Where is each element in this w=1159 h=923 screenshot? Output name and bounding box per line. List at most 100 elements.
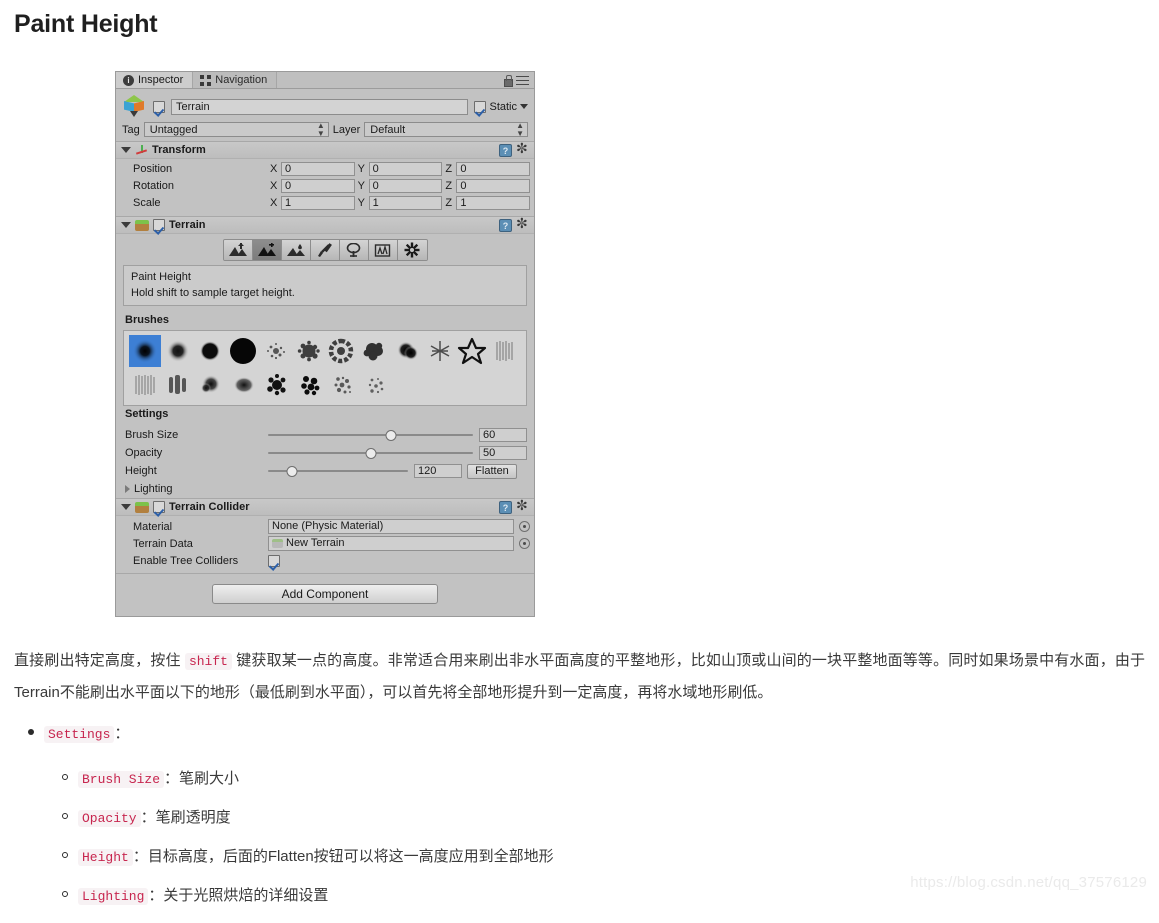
gear-icon[interactable] — [516, 216, 530, 232]
brush-item[interactable] — [326, 335, 358, 367]
rotation-x-input[interactable]: 0 — [281, 179, 355, 193]
dropdown-arrow-icon: ▲ ▼ — [316, 120, 325, 138]
object-picker-icon[interactable] — [519, 521, 530, 532]
brush-item[interactable] — [489, 335, 521, 367]
add-component-area: Add Component — [116, 574, 534, 616]
add-component-button[interactable]: Add Component — [212, 584, 438, 604]
slider-knob[interactable] — [385, 429, 397, 441]
chevron-down-icon[interactable] — [520, 104, 528, 109]
paint-texture-tool[interactable] — [310, 240, 340, 260]
position-y-input[interactable]: 0 — [368, 162, 443, 176]
object-picker-icon[interactable] — [519, 538, 530, 549]
bullet-ring-icon — [62, 813, 68, 819]
info-icon: i — [123, 74, 134, 86]
terrain-toolbar — [222, 239, 428, 261]
brush-item[interactable] — [129, 369, 161, 401]
terrain-enabled-checkbox[interactable] — [153, 219, 165, 231]
layer-value: Default — [370, 123, 406, 136]
terrain-data-label: Terrain Data — [133, 537, 193, 550]
brush-item[interactable] — [294, 369, 326, 401]
height-slider[interactable] — [268, 464, 408, 478]
brush-item[interactable] — [360, 369, 392, 401]
brushes-row-1 — [129, 335, 521, 367]
static-toggle-group[interactable]: Static — [474, 100, 528, 113]
brush-item[interactable] — [293, 335, 325, 367]
brush-item[interactable] — [195, 369, 227, 401]
tag-dropdown[interactable]: Untagged ▲ ▼ — [143, 120, 329, 138]
brush-item[interactable] — [391, 335, 423, 367]
foldout-closed-icon[interactable] — [125, 485, 130, 493]
terrain-settings-tool[interactable] — [397, 240, 427, 260]
rotation-y-input[interactable]: 0 — [368, 179, 443, 193]
brush-item[interactable] — [260, 335, 292, 367]
brush-size-input[interactable]: 60 — [479, 428, 527, 442]
foldout-icon[interactable] — [121, 222, 131, 228]
terrain-header[interactable]: Terrain ? — [116, 216, 534, 234]
raise-lower-terrain-tool[interactable] — [223, 240, 253, 260]
bullet-code: Settings — [44, 726, 115, 743]
place-trees-tool[interactable] — [339, 240, 369, 260]
brush-item[interactable] — [457, 335, 489, 367]
brush-item[interactable] — [424, 335, 456, 367]
bullet-text: ：笔刷透明度 — [140, 809, 231, 826]
lock-icon[interactable] — [503, 75, 513, 87]
paint-height-tool[interactable] — [252, 240, 282, 260]
position-x-input[interactable]: 0 — [281, 162, 355, 176]
opacity-slider[interactable] — [268, 446, 473, 460]
slider-track — [268, 434, 473, 436]
opacity-input[interactable]: 50 — [479, 446, 527, 460]
terrain-collider-header[interactable]: Terrain Collider ? — [116, 498, 534, 516]
gameobject-name-input[interactable]: Terrain — [171, 98, 469, 115]
brush-item[interactable] — [162, 369, 194, 401]
smooth-height-tool[interactable] — [281, 240, 311, 260]
foldout-icon[interactable] — [121, 504, 131, 510]
material-object-field[interactable]: None (Physic Material) — [268, 519, 514, 534]
terrain-tool-strip — [116, 234, 534, 265]
enable-tree-colliders-label: Enable Tree Colliders — [133, 554, 239, 567]
help-icon[interactable]: ? — [499, 500, 512, 514]
paint-details-tool[interactable] — [368, 240, 398, 260]
gear-icon[interactable] — [516, 498, 530, 514]
tab-navigation[interactable]: Navigation — [193, 72, 278, 88]
slider-knob[interactable] — [286, 465, 298, 477]
bullet-dot-icon — [28, 729, 34, 735]
height-input[interactable]: 120 — [414, 464, 462, 478]
transform-row-position: Position X 0 Y 0 Z 0 — [120, 161, 531, 177]
scale-x-input[interactable]: 1 — [281, 196, 355, 210]
tab-inspector[interactable]: i Inspector — [116, 72, 194, 88]
scale-z-input[interactable]: 1 — [456, 196, 531, 210]
rotation-z-input[interactable]: 0 — [456, 179, 531, 193]
brush-item[interactable] — [261, 369, 293, 401]
gear-icon[interactable] — [516, 141, 530, 157]
brush-item[interactable] — [195, 335, 227, 367]
slider-knob[interactable] — [365, 447, 376, 459]
foldout-icon[interactable] — [121, 147, 131, 153]
brush-item[interactable] — [129, 335, 161, 367]
list-item: Lighting ：关于光照烘焙的详细设置 — [14, 884, 914, 905]
gameobject-enabled-checkbox[interactable] — [153, 100, 165, 113]
terrain-data-object-field[interactable]: New Terrain — [268, 536, 514, 551]
menu-icon[interactable] — [516, 75, 529, 85]
brush-item[interactable] — [358, 335, 390, 367]
lighting-foldout[interactable]: Lighting — [123, 480, 527, 498]
collider-row-tree-colliders: Enable Tree Colliders — [116, 552, 534, 569]
help-icon[interactable]: ? — [499, 143, 512, 157]
terrain-collider-body: Material None (Physic Material) Terrain … — [116, 516, 534, 573]
terrain-collider-enabled-checkbox[interactable] — [153, 501, 165, 513]
brush-item[interactable] — [228, 369, 260, 401]
brush-item[interactable] — [162, 335, 194, 367]
static-checkbox[interactable] — [474, 100, 487, 113]
layer-dropdown[interactable]: Default ▲ ▼ — [364, 121, 528, 137]
brush-item[interactable] — [227, 335, 259, 367]
transform-title: Transform — [152, 144, 206, 156]
terrain-asset-icon — [272, 538, 283, 549]
help-icon[interactable]: ? — [499, 218, 512, 232]
position-z-input[interactable]: 0 — [456, 162, 531, 176]
flatten-button[interactable]: Flatten — [467, 463, 517, 479]
transform-header[interactable]: Transform ? — [116, 141, 534, 159]
brush-size-slider[interactable] — [268, 428, 473, 442]
gameobject-prefab-icon — [122, 94, 147, 119]
enable-tree-colliders-checkbox[interactable] — [268, 554, 280, 567]
scale-y-input[interactable]: 1 — [368, 196, 443, 210]
brush-item[interactable] — [327, 369, 359, 401]
